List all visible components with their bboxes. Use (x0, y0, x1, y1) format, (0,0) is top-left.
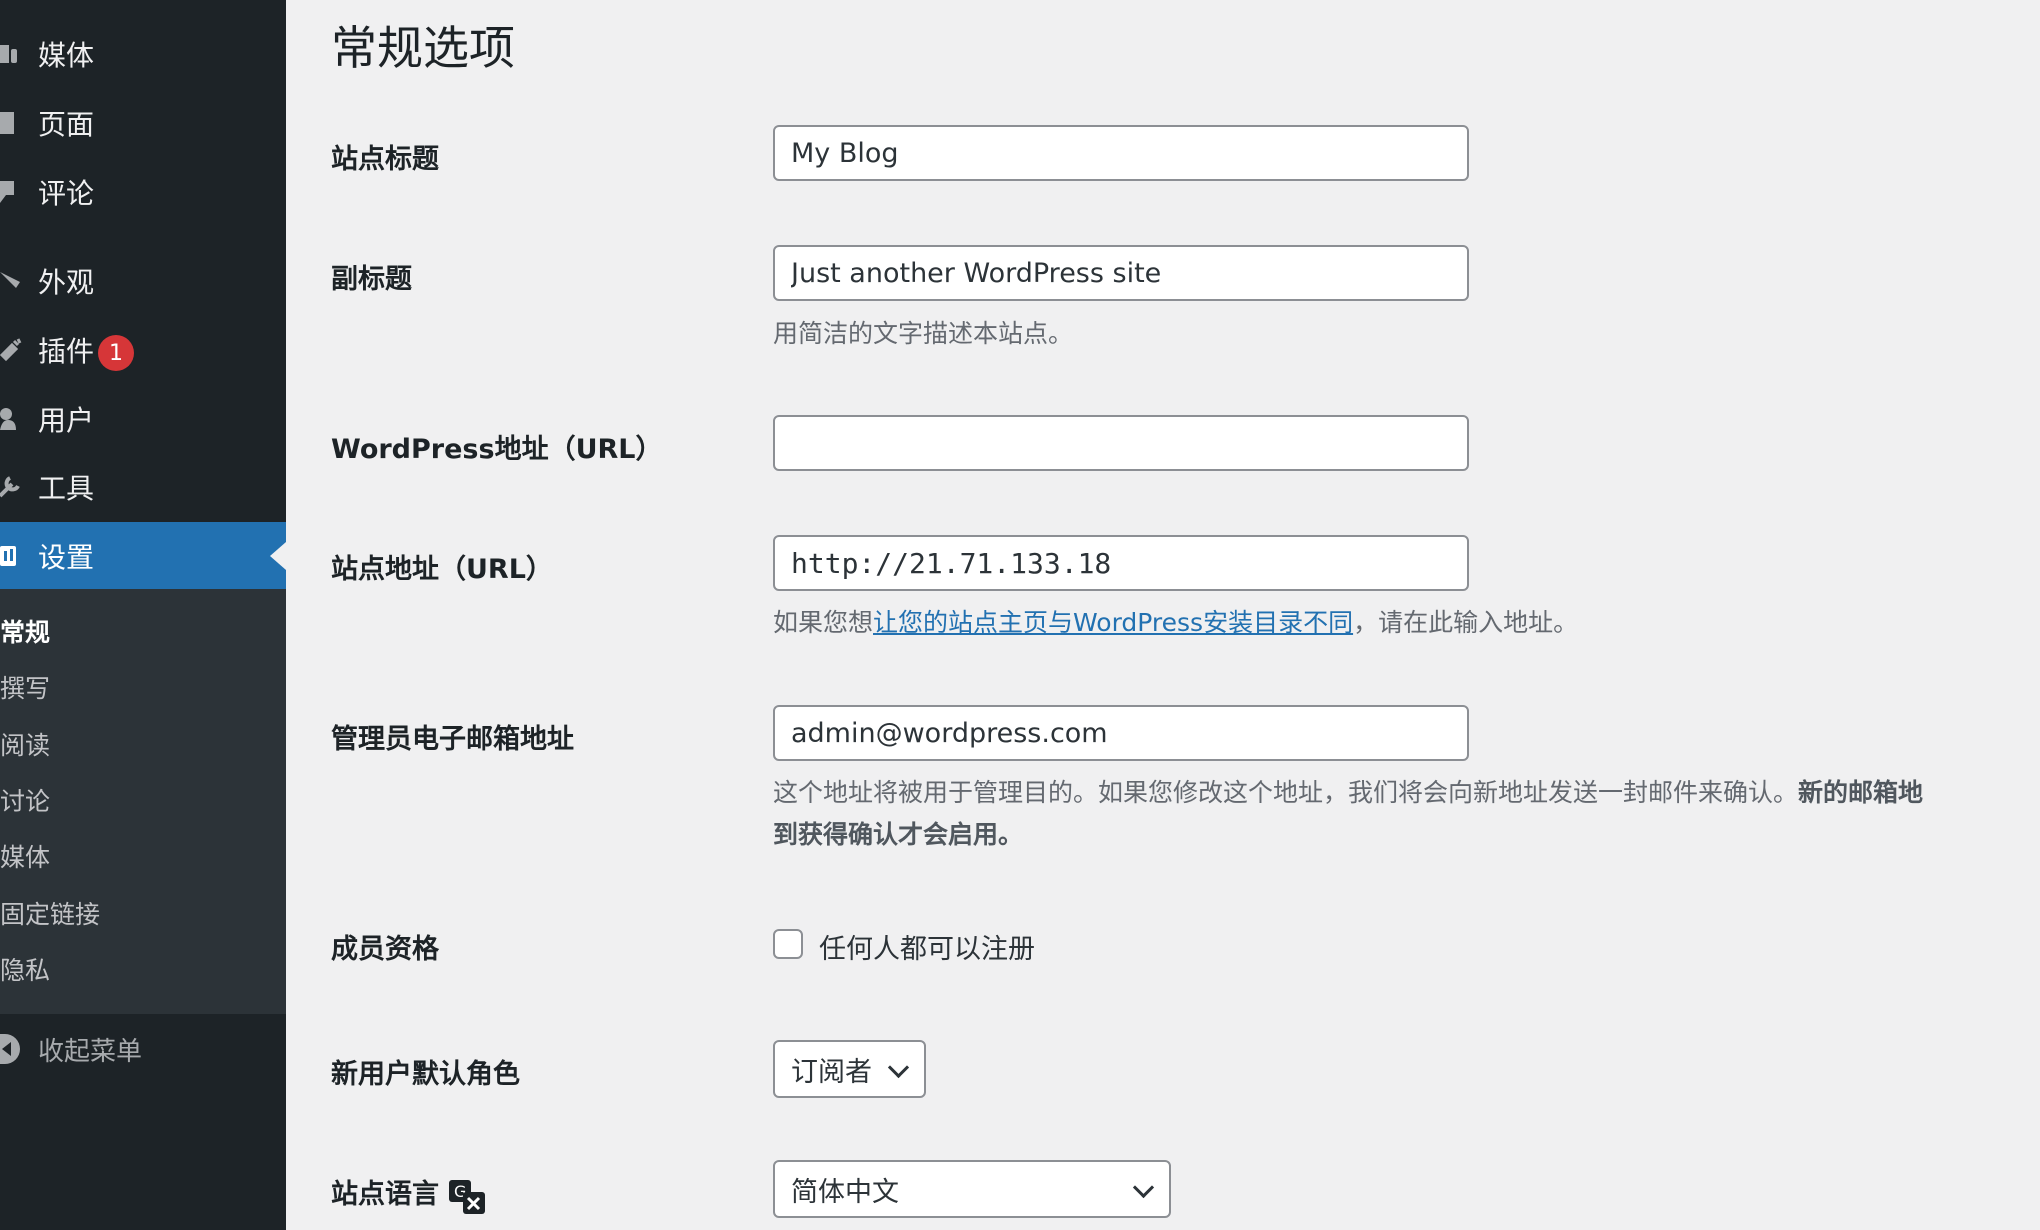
admin-sidebar: 媒体 页面 评论 外观 插件 1 用户 工具 设置 常规 撰写 阅读 讨论 媒体… (0, 0, 286, 1230)
appearance-icon (0, 251, 22, 311)
sidebar-item-settings[interactable]: 设置 (0, 522, 286, 590)
sidebar-item-media[interactable]: 媒体 (0, 24, 286, 84)
sidebar-item-pages[interactable]: 页面 (0, 93, 286, 153)
submenu-item-privacy[interactable]: 隐私 (0, 951, 50, 991)
desc-bold: 新的邮箱地 (1798, 778, 1924, 807)
admin-email-description-line2: 到获得确认才会启用。 (773, 814, 1023, 856)
anyone-can-register-checkbox[interactable] (773, 929, 803, 959)
anyone-can-register-label[interactable]: 任何人都可以注册 (819, 927, 1035, 966)
settings-submenu: 常规 撰写 阅读 讨论 媒体 固定链接 隐私 (0, 589, 286, 1014)
page-icon (0, 93, 22, 153)
submenu-item-general[interactable]: 常规 (0, 613, 50, 653)
submenu-item-discussion[interactable]: 讨论 (0, 782, 50, 822)
submenu-item-permalinks[interactable]: 固定链接 (0, 895, 100, 935)
site-title-input[interactable] (773, 125, 1469, 181)
sidebar-item-plugins[interactable]: 插件 1 (0, 320, 286, 380)
sidebar-item-appearance[interactable]: 外观 (0, 251, 286, 311)
active-indicator (270, 542, 286, 570)
chevron-down-icon (1132, 1176, 1155, 1199)
sidebar-item-tools[interactable]: 工具 (0, 457, 286, 517)
sidebar-item-label: 用户 (38, 404, 95, 437)
site-title-label: 站点标题 (331, 144, 439, 175)
desc-prefix: 如果您想 (773, 608, 874, 637)
sidebar-item-label: 工具 (38, 472, 95, 505)
sidebar-item-label: 评论 (38, 177, 95, 210)
submenu-item-writing[interactable]: 撰写 (0, 669, 50, 709)
update-count-badge: 1 (98, 335, 134, 371)
submenu-item-reading[interactable]: 阅读 (0, 726, 50, 766)
membership-label: 成员资格 (331, 934, 439, 965)
admin-email-input[interactable] (773, 705, 1469, 761)
translation-icon: G (449, 1180, 485, 1214)
tagline-input[interactable] (773, 245, 1469, 301)
selected-value: 订阅者 (791, 1056, 872, 1088)
sidebar-item-label: 外观 (38, 266, 95, 299)
admin-email-description: 这个地址将被用于管理目的。如果您修改这个地址，我们将会向新地址发送一封邮件来确认… (773, 772, 1923, 814)
desc-suffix: ，请在此输入地址。 (1353, 608, 1579, 637)
wordpress-url-input[interactable] (773, 415, 1469, 471)
default-role-label: 新用户默认角色 (331, 1059, 520, 1090)
site-url-input[interactable] (773, 535, 1469, 591)
sidebar-item-label: 页面 (38, 108, 95, 141)
settings-icon (0, 526, 22, 586)
sidebar-item-comments[interactable]: 评论 (0, 162, 286, 222)
site-url-description: 如果您想让您的站点主页与WordPress安装目录不同，请在此输入地址。 (773, 602, 1578, 644)
site-language-select[interactable]: 简体中文 (773, 1160, 1171, 1218)
selected-value: 简体中文 (791, 1176, 899, 1208)
default-role-select[interactable]: 订阅者 (773, 1040, 926, 1098)
different-address-link[interactable]: 让您的站点主页与WordPress安装目录不同 (873, 608, 1353, 637)
media-icon (0, 24, 22, 84)
sidebar-item-label: 设置 (38, 541, 95, 574)
wordpress-url-label: WordPress地址（URL） (331, 434, 663, 465)
sidebar-item-users[interactable]: 用户 (0, 389, 286, 449)
comment-icon (0, 162, 22, 222)
tools-icon (0, 457, 22, 517)
collapse-menu-label: 收起菜单 (38, 1036, 143, 1067)
site-language-label: 站点语言 (331, 1179, 439, 1210)
tagline-label: 副标题 (331, 264, 412, 295)
admin-email-label: 管理员电子邮箱地址 (331, 724, 574, 755)
chevron-down-icon (887, 1056, 910, 1079)
desc-text: 这个地址将被用于管理目的。如果您修改这个地址，我们将会向新地址发送一封邮件来确认… (773, 778, 1799, 807)
site-url-label: 站点地址（URL） (331, 554, 553, 585)
collapse-icon (0, 1034, 20, 1064)
tagline-description: 用简洁的文字描述本站点。 (773, 319, 1074, 348)
settings-content: 常规选项 站点标题 副标题 用简洁的文字描述本站点。 WordPress地址（U… (286, 0, 2040, 1230)
desc-bold: 到获得确认才会启用。 (773, 820, 1024, 849)
submenu-item-media[interactable]: 媒体 (0, 838, 50, 878)
sidebar-item-label: 媒体 (38, 39, 95, 72)
page-title: 常规选项 (331, 21, 515, 75)
user-icon (0, 389, 22, 449)
sidebar-item-label: 插件 (38, 335, 95, 368)
collapse-menu-button[interactable]: 收起菜单 (0, 1027, 142, 1071)
plugin-icon (0, 320, 22, 380)
